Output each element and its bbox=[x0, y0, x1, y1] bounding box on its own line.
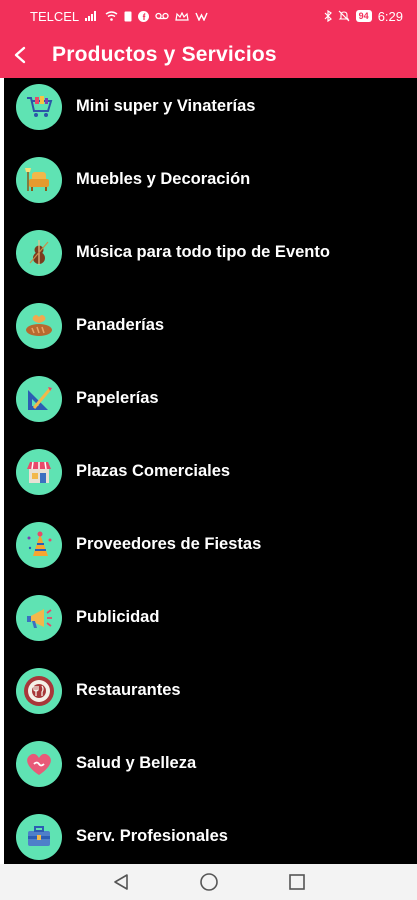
list-item-label: Publicidad bbox=[76, 608, 160, 626]
list-item-panaderias[interactable]: Panaderías bbox=[4, 289, 417, 362]
briefcase-icon bbox=[16, 813, 62, 860]
list-item-label: Restaurantes bbox=[76, 681, 181, 699]
shopping-cart-icon bbox=[16, 83, 62, 130]
mute-icon bbox=[338, 10, 350, 22]
violin-icon bbox=[16, 229, 62, 276]
list-item-label: Plazas Comerciales bbox=[76, 462, 231, 480]
megaphone-icon bbox=[16, 594, 62, 641]
list-item-musica[interactable]: Música para todo tipo de Evento bbox=[4, 216, 417, 289]
party-hat-icon bbox=[16, 521, 62, 568]
list-item-mini-super[interactable]: Mini super y Vinaterías bbox=[4, 78, 417, 143]
list-item-publicidad[interactable]: Publicidad bbox=[4, 581, 417, 654]
system-nav-bar bbox=[0, 864, 417, 900]
bread-icon bbox=[16, 302, 62, 349]
list-item-label: Proveedores de Fiestas bbox=[76, 535, 262, 553]
bluetooth-icon bbox=[324, 10, 332, 22]
list-item-label: Serv. Profesionales bbox=[76, 827, 228, 845]
carrier-label: TELCEL bbox=[30, 8, 80, 24]
list-item-label: Muebles y Decoración bbox=[76, 170, 251, 188]
status-bar: TELCEL 94 6:29 bbox=[0, 0, 417, 32]
list-item-label: Papelerías bbox=[76, 389, 159, 407]
crown-icon bbox=[175, 11, 189, 21]
heart-icon bbox=[16, 740, 62, 787]
back-arrow-icon[interactable] bbox=[2, 32, 38, 78]
list-item-restaurantes[interactable]: Restaurantes bbox=[4, 654, 417, 727]
list-item-plazas[interactable]: Plazas Comerciales bbox=[4, 435, 417, 508]
list-item-label: Música para todo tipo de Evento bbox=[76, 243, 330, 261]
nav-back-icon[interactable] bbox=[109, 870, 133, 894]
nav-recents-icon[interactable] bbox=[285, 870, 309, 894]
signal-icon bbox=[85, 11, 99, 21]
storefront-icon bbox=[16, 448, 62, 495]
list-item-label: Salud y Belleza bbox=[76, 754, 197, 772]
armchair-icon bbox=[16, 156, 62, 203]
app-header: Productos y Servicios bbox=[0, 32, 417, 78]
category-list[interactable]: Mini super y Vinaterías Muebles y Decora… bbox=[4, 78, 417, 864]
list-item-muebles[interactable]: Muebles y Decoración bbox=[4, 143, 417, 216]
facebook-icon bbox=[138, 10, 150, 22]
sim-icon bbox=[124, 11, 132, 22]
restaurant-icon bbox=[16, 667, 62, 714]
list-item-salud[interactable]: Salud y Belleza bbox=[4, 727, 417, 800]
nav-home-icon[interactable] bbox=[197, 870, 221, 894]
battery-icon: 94 bbox=[355, 10, 372, 22]
list-item-label: Panaderías bbox=[76, 316, 165, 334]
page-title: Productos y Servicios bbox=[52, 43, 277, 66]
notification-icon bbox=[195, 12, 208, 21]
clock: 6:29 bbox=[377, 8, 403, 24]
stationery-icon bbox=[16, 375, 62, 422]
list-item-fiestas[interactable]: Proveedores de Fiestas bbox=[4, 508, 417, 581]
list-item-serv-profesionales[interactable]: Serv. Profesionales bbox=[4, 800, 417, 864]
wifi-icon bbox=[105, 11, 118, 21]
list-item-label: Mini super y Vinaterías bbox=[76, 97, 256, 115]
voicemail-icon bbox=[155, 12, 169, 20]
list-item-papelerias[interactable]: Papelerías bbox=[4, 362, 417, 435]
